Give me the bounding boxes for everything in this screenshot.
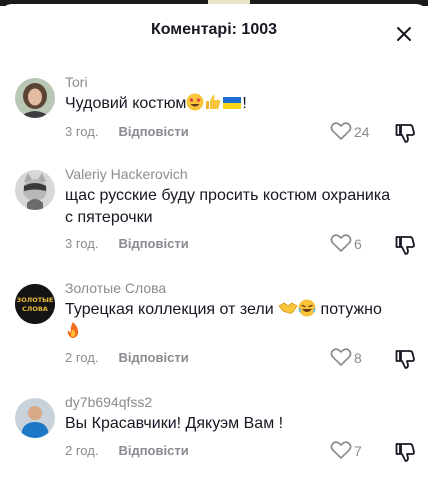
comments-title: Коментарі: 1003: [150, 21, 278, 38]
handshake-emoji: [278, 302, 298, 314]
comment-text-main: Чудовий костюм: [65, 95, 187, 112]
avatar[interactable]: [15, 398, 55, 438]
comment-author[interactable]: Valeriy Hackerovich: [65, 166, 188, 182]
comment-author[interactable]: Tori: [65, 74, 88, 90]
avatar-logo-text-2: СЛОВА: [22, 305, 48, 313]
comment-text-b: потужно: [320, 301, 382, 318]
like-count: 7: [354, 443, 362, 459]
comment-time: 2 год.: [65, 350, 99, 365]
comment-author[interactable]: Золотые Слова: [65, 280, 166, 296]
like-count: 8: [354, 350, 362, 366]
comment-meta: 3 год. Відповісти: [65, 236, 189, 251]
like-button[interactable]: 8: [330, 347, 380, 369]
comment-text: щас русские буду просить костюм охраника…: [65, 187, 391, 226]
dislike-icon[interactable]: [394, 122, 416, 144]
like-button[interactable]: 7: [330, 440, 380, 462]
comment-text: Чудовий костюм!: [65, 93, 395, 115]
heart-icon: [330, 348, 352, 366]
comment-item: Valeriy Hackerovich щас русские буду про…: [0, 166, 428, 266]
comment-time: 2 год.: [65, 443, 99, 458]
star-eyes-emoji: [186, 93, 204, 111]
comment-item: dy7b694qfss2 Вы Красавчики! Дякуэм Вам !…: [0, 394, 428, 474]
like-count: 24: [354, 124, 370, 140]
avatar-logo-text-1: ЗОЛОТЫЕ: [17, 296, 54, 304]
heart-icon: [330, 441, 352, 459]
heart-icon: [330, 234, 352, 252]
comment-time: 3 год.: [65, 124, 99, 139]
comments-header: Коментарі: 1003: [0, 4, 428, 56]
avatar[interactable]: ЗОЛОТЫЕ СЛОВА: [15, 284, 55, 324]
avatar[interactable]: [15, 78, 55, 118]
like-button[interactable]: 6: [330, 233, 380, 255]
reply-button[interactable]: Відповісти: [118, 443, 188, 458]
avatar[interactable]: [15, 170, 55, 210]
heart-icon: [330, 122, 352, 140]
close-icon[interactable]: [394, 24, 414, 44]
like-count: 6: [354, 236, 362, 252]
comment-time: 3 год.: [65, 236, 99, 251]
comment-meta: 3 год. Відповісти: [65, 124, 189, 139]
comment-item: Tori Чудовий костюм! 3 год. Відповісти 24: [0, 70, 428, 150]
like-button[interactable]: 24: [330, 121, 380, 143]
comment-text: Турецкая коллекция от зели потужно: [65, 299, 395, 343]
reply-button[interactable]: Відповісти: [118, 236, 188, 251]
thumbs-up-emoji: [206, 95, 221, 109]
comment-item: ЗОЛОТЫЕ СЛОВА Золотые Слова Турецкая кол…: [0, 280, 428, 380]
comment-text: Вы Красавчики! Дякуэм Вам !: [65, 415, 284, 432]
reply-button[interactable]: Відповісти: [118, 350, 188, 365]
dislike-icon[interactable]: [394, 234, 416, 256]
comment-text-a: Турецкая коллекция от зели: [65, 301, 274, 318]
comment-text-end: !: [242, 95, 247, 112]
reply-button[interactable]: Відповісти: [118, 124, 188, 139]
dislike-icon[interactable]: [394, 348, 416, 370]
dislike-icon[interactable]: [394, 441, 416, 463]
ukraine-flag-emoji: [223, 97, 242, 109]
comment-meta: 2 год. Відповісти: [65, 350, 189, 365]
laughing-emoji: [298, 299, 316, 317]
fire-emoji: [67, 322, 79, 338]
comment-author[interactable]: dy7b694qfss2: [65, 394, 152, 410]
comment-meta: 2 год. Відповісти: [65, 443, 189, 458]
